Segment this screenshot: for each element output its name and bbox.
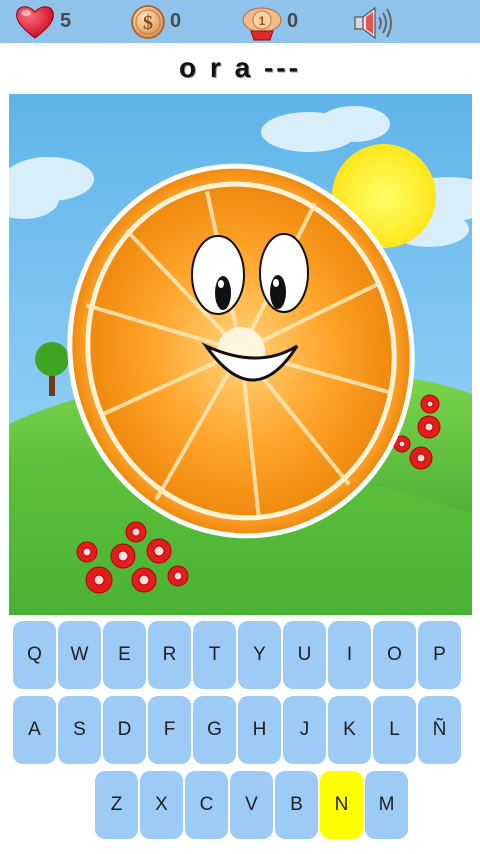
hints-counter: 1 0 (241, 0, 298, 43)
svg-text:1: 1 (259, 14, 266, 28)
key-y[interactable]: Y (238, 621, 281, 689)
key-k[interactable]: K (328, 696, 371, 764)
word-puzzle: o r a --- (179, 52, 301, 83)
key-v[interactable]: V (230, 771, 273, 839)
key-o[interactable]: O (373, 621, 416, 689)
key-x[interactable]: X (140, 771, 183, 839)
speaker-sound-icon (354, 6, 392, 40)
key-w[interactable]: W (58, 621, 101, 689)
lives-counter: 5 (14, 0, 71, 43)
dollar-coin-icon: $ (131, 4, 165, 39)
key-a[interactable]: A (13, 696, 56, 764)
key-h[interactable]: H (238, 696, 281, 764)
hint-character-icon: 1 (242, 7, 282, 40)
key-j[interactable]: J (283, 696, 326, 764)
key-e[interactable]: E (103, 621, 146, 689)
key-d[interactable]: D (103, 696, 146, 764)
key-m[interactable]: M (365, 771, 408, 839)
key-t[interactable]: T (193, 621, 236, 689)
lives-count: 5 (60, 10, 72, 32)
puzzle-picture (9, 94, 472, 615)
key-p[interactable]: P (418, 621, 461, 689)
coins-counter: $ 0 (130, 0, 181, 43)
key-f[interactable]: F (148, 696, 191, 764)
svg-text:$: $ (143, 12, 153, 34)
hints-count: 0 (287, 10, 299, 32)
key-b[interactable]: B (275, 771, 318, 839)
key-q[interactable]: Q (13, 621, 56, 689)
sound-toggle-button[interactable] (351, 5, 397, 41)
key-n[interactable]: N (320, 771, 363, 839)
key-l[interactable]: L (373, 696, 416, 764)
key-c[interactable]: C (185, 771, 228, 839)
coins-count: 0 (170, 10, 182, 32)
key-u[interactable]: U (283, 621, 326, 689)
key-r[interactable]: R (148, 621, 191, 689)
key-z[interactable]: Z (95, 771, 138, 839)
key-i[interactable]: I (328, 621, 371, 689)
key-g[interactable]: G (193, 696, 236, 764)
key-ñ[interactable]: Ñ (418, 696, 461, 764)
key-s[interactable]: S (58, 696, 101, 764)
heart-icon (16, 5, 54, 39)
status-bar: 5 $ 0 1 0 (0, 0, 480, 43)
